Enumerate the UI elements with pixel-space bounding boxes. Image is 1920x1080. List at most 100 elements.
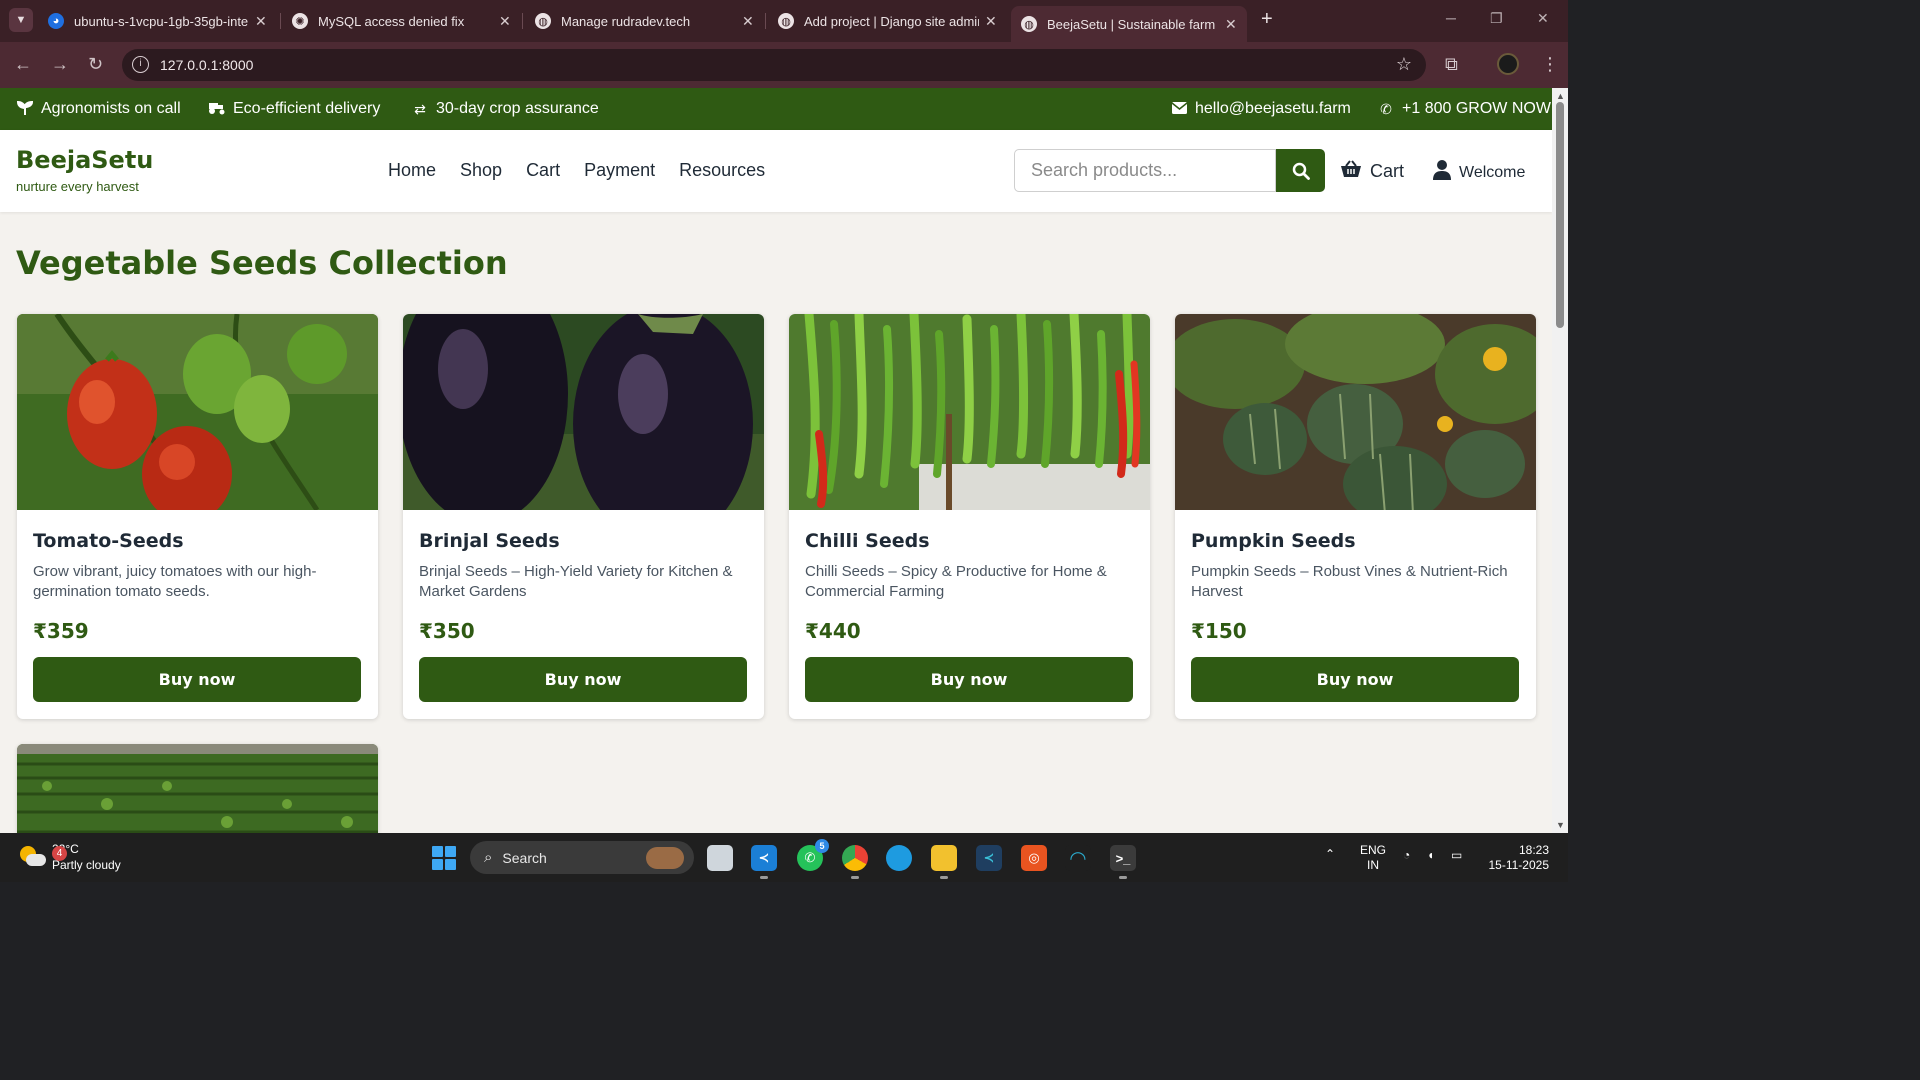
chrome-icon[interactable] (842, 845, 868, 879)
field-product-image[interactable] (17, 744, 378, 833)
close-tab-icon[interactable]: ✕ (742, 13, 754, 30)
ubuntu-icon[interactable]: ◎ (1021, 845, 1047, 871)
url-text[interactable]: 127.0.0.1:8000 (160, 57, 253, 73)
buy-now-button[interactable]: Buy now (33, 657, 361, 702)
brinjal-product-image[interactable] (403, 314, 764, 510)
tab-title: Add project | Django site admin (804, 13, 979, 29)
site-header: BeejaSetu nurture every harvest Home Sho… (0, 130, 1552, 212)
user-menu[interactable]: Welcome (1433, 160, 1525, 185)
product-name[interactable]: Chilli Seeds (805, 530, 930, 552)
user-welcome-label[interactable]: Welcome (1459, 164, 1525, 182)
profile-avatar[interactable] (1497, 53, 1519, 75)
phone-contact[interactable]: ✆ +1 800 GROW NOW (1377, 100, 1551, 118)
page-scrollbar[interactable]: ▲ ▼ (1552, 88, 1568, 833)
vscode-insiders-icon[interactable]: ≺ (976, 845, 1002, 871)
browser-tab-active[interactable]: ◍ BeejaSetu | Sustainable farm market ✕ (1011, 6, 1247, 42)
weather-widget[interactable]: 4 22°C Partly cloudy (20, 841, 121, 873)
menu-kebab-icon[interactable]: ⋮ (1541, 54, 1559, 75)
product-name[interactable]: Brinjal Seeds (419, 530, 560, 552)
nav-payment[interactable]: Payment (584, 160, 655, 181)
browser-tab-strip: ▼ ◕ ubuntu-s-1vcpu-1gb-35gb-intel ✕ ✺ My… (0, 0, 1568, 42)
nav-cart[interactable]: Cart (526, 160, 560, 181)
volume-icon[interactable]: ◖ (1427, 848, 1434, 863)
bookmark-star-icon[interactable]: ☆ (1396, 54, 1412, 75)
os-taskbar: 4 22°C Partly cloudy ⌕ Search ≺ ✆5 ≺ ◎ ◠… (0, 833, 1568, 882)
nav-shop[interactable]: Shop (460, 160, 502, 181)
close-tab-icon[interactable]: ✕ (1225, 16, 1237, 33)
taskbar-search-label: Search (502, 849, 547, 866)
reload-icon[interactable]: ↻ (88, 54, 103, 75)
vscode-icon[interactable]: ≺ (751, 845, 777, 879)
restore-icon[interactable]: ❐ (1490, 10, 1503, 27)
minimize-icon[interactable]: ─ (1446, 10, 1456, 26)
wifi-icon[interactable]: ◔ (1403, 848, 1410, 863)
tab-search-button[interactable]: ▼ (9, 8, 33, 32)
chilli-product-image[interactable] (789, 314, 1150, 510)
nav-resources[interactable]: Resources (679, 160, 765, 181)
battery-icon[interactable]: ▭ (1451, 848, 1462, 863)
brand-logo[interactable]: BeejaSetu (16, 146, 153, 174)
email-link[interactable]: hello@beejasetu.farm (1195, 100, 1351, 118)
product-name[interactable]: Tomato-Seeds (33, 530, 184, 552)
search-highlight-image (646, 847, 684, 869)
tab-title: BeejaSetu | Sustainable farm market (1047, 16, 1219, 32)
product-description: Pumpkin Seeds – Robust Vines & Nutrient-… (1191, 563, 1508, 600)
agronomists-text: Agronomists on call (41, 100, 181, 117)
search-input[interactable] (1014, 149, 1276, 192)
globe-icon: ◍ (778, 13, 794, 29)
product-name[interactable]: Pumpkin Seeds (1191, 530, 1356, 552)
terminal-icon[interactable]: >_ (1110, 845, 1136, 879)
forward-arrow-icon[interactable]: → (51, 54, 69, 75)
exchange-arrows-icon: ⇄ (414, 100, 426, 117)
header-cart-label[interactable]: Cart (1370, 161, 1404, 182)
address-bar[interactable]: i 127.0.0.1:8000 ☆ (122, 49, 1426, 81)
product-price: ₹359 (33, 619, 89, 643)
extensions-puzzle-icon[interactable]: ⧉ (1445, 54, 1458, 75)
taskbar-search[interactable]: ⌕ Search (470, 841, 694, 874)
scroll-down-icon[interactable]: ▼ (1556, 820, 1565, 830)
web-page: Agronomists on call Eco-efficient delive… (0, 88, 1552, 833)
site-info-icon[interactable]: i (132, 56, 149, 73)
new-tab-button[interactable]: + (1261, 8, 1273, 31)
close-tab-icon[interactable]: ✕ (255, 13, 267, 30)
wave-app-icon[interactable]: ◠ (1065, 845, 1091, 871)
delivery-info: Eco-efficient delivery (208, 100, 380, 118)
close-tab-icon[interactable]: ✕ (985, 13, 997, 30)
buy-now-button[interactable]: Buy now (805, 657, 1133, 702)
header-cart-link[interactable]: Cart (1340, 160, 1404, 183)
task-view-icon[interactable] (707, 845, 733, 871)
pumpkin-product-image[interactable] (1175, 314, 1536, 510)
windows-start-icon[interactable] (432, 846, 456, 870)
seedling-icon (16, 100, 34, 118)
file-explorer-icon[interactable] (931, 845, 957, 879)
tab-title: ubuntu-s-1vcpu-1gb-35gb-intel (74, 13, 249, 29)
buy-now-button[interactable]: Buy now (1191, 657, 1519, 702)
chevron-up-icon[interactable]: ⌃ (1325, 847, 1335, 862)
chevron-down-icon: ▼ (15, 14, 27, 26)
close-tab-icon[interactable]: ✕ (499, 13, 511, 30)
scrollbar-thumb[interactable] (1556, 102, 1564, 328)
browser-tab[interactable]: ◍ Add project | Django site admin ✕ (778, 6, 997, 36)
edge-icon[interactable] (886, 845, 912, 871)
phone-link[interactable]: +1 800 GROW NOW (1402, 100, 1551, 118)
basket-icon (1340, 160, 1362, 183)
browser-tab[interactable]: ✺ MySQL access denied fix ✕ (292, 6, 511, 36)
back-arrow-icon[interactable]: ← (14, 54, 32, 75)
globe-icon: ◍ (1021, 16, 1037, 32)
browser-tab[interactable]: ◍ Manage rudradev.tech ✕ (535, 6, 754, 36)
browser-tab[interactable]: ◕ ubuntu-s-1vcpu-1gb-35gb-intel ✕ (48, 6, 267, 36)
language-indicator[interactable]: ENG IN (1360, 843, 1386, 873)
email-contact[interactable]: hello@beejasetu.farm (1170, 100, 1351, 118)
tomato-product-image[interactable] (17, 314, 378, 510)
search-button[interactable] (1276, 149, 1325, 192)
browser-toolbar: ← → ↻ i 127.0.0.1:8000 ☆ ⧉ ⋮ (0, 42, 1568, 88)
buy-now-button[interactable]: Buy now (419, 657, 747, 702)
digitalocean-icon: ◕ (48, 13, 64, 29)
scroll-up-icon[interactable]: ▲ (1556, 91, 1565, 101)
product-card: Chilli Seeds Chilli Seeds – Spicy & Prod… (789, 314, 1150, 719)
product-card: Tomato-Seeds Grow vibrant, juicy tomatoe… (17, 314, 378, 719)
close-window-icon[interactable]: ✕ (1537, 10, 1549, 27)
whatsapp-icon[interactable]: ✆ 5 (797, 839, 829, 871)
clock[interactable]: 18:23 15-11-2025 (1485, 843, 1550, 873)
nav-home[interactable]: Home (388, 160, 436, 181)
